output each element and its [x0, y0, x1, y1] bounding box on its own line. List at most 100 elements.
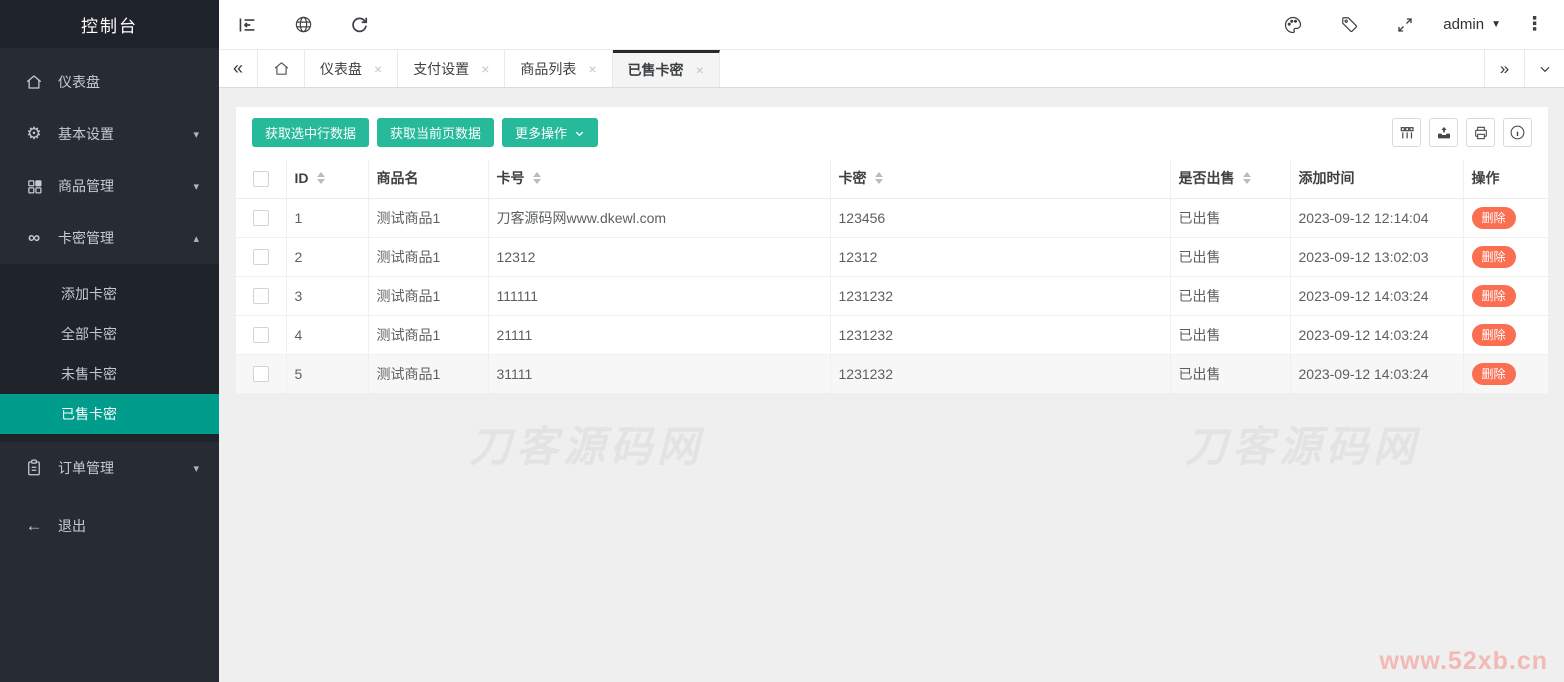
sidebar-subitem-add-card[interactable]: 添加卡密 — [0, 274, 219, 314]
tab-home[interactable] — [258, 50, 305, 87]
username: admin — [1443, 16, 1485, 33]
sidebar-item-product-management[interactable]: 商品管理 ▾ — [0, 160, 219, 212]
tab-bar: « 仪表盘 × 支付设置 × 商品列表 × 已售卡密 × » — [219, 50, 1564, 88]
cell-product: 测试商品1 — [367, 198, 489, 238]
palette-icon — [1283, 15, 1303, 35]
more-actions-button[interactable]: 更多操作 — [502, 118, 599, 147]
delete-button[interactable]: 删除 — [1471, 245, 1516, 268]
subitem-label: 添加卡密 — [61, 286, 117, 302]
cell-action: 删除 — [1462, 237, 1548, 277]
header-checkbox-cell — [236, 159, 287, 199]
user-menu[interactable]: admin ▼ — [1433, 16, 1511, 33]
content-area: 获取选中行数据 获取当前页数据 更多操作 ID 商品名 卡号 卡密 是否出售 添… — [219, 88, 1564, 682]
language-button[interactable] — [275, 0, 331, 50]
cell-action: 删除 — [1462, 198, 1548, 238]
tab-label: 仪表盘 — [320, 60, 362, 77]
fullscreen-button[interactable] — [1377, 0, 1433, 50]
sidebar-item-logout[interactable]: ← 退出 — [0, 500, 219, 552]
info-button[interactable] — [1503, 118, 1532, 147]
cell-sold: 已出售 — [1169, 354, 1291, 394]
row-checkbox-cell — [236, 354, 287, 394]
delete-button[interactable]: 删除 — [1471, 323, 1516, 346]
tabs-scroll-left-button[interactable]: « — [219, 50, 258, 87]
delete-button[interactable]: 删除 — [1471, 362, 1516, 385]
sidebar-item-dashboard[interactable]: 仪表盘 — [0, 56, 219, 108]
table-body: 1 测试商品1 刀客源码网www.dkewl.com 123456 已出售 20… — [236, 198, 1548, 394]
column-header-sold[interactable]: 是否出售 — [1169, 159, 1291, 199]
columns-toggle-button[interactable] — [1392, 118, 1421, 147]
sidebar-item-basic-settings[interactable]: ⚙ 基本设置 ▾ — [0, 108, 219, 160]
row-checkbox[interactable] — [252, 327, 269, 344]
table-row[interactable]: 2 测试商品1 12312 12312 已出售 2023-09-12 13:02… — [236, 237, 1548, 277]
user-caret-icon: ▼ — [1491, 19, 1501, 30]
print-button[interactable] — [1466, 118, 1495, 147]
sidebar-item-label: 基本设置 — [58, 126, 114, 142]
sidebar-collapse-button[interactable] — [219, 0, 275, 50]
sidebar-item-card-management[interactable]: ∞ 卡密管理 ▴ — [0, 212, 219, 264]
theme-button[interactable] — [1265, 0, 1321, 50]
cell-id: 2 — [285, 237, 369, 277]
column-header-card-no[interactable]: 卡号 — [487, 159, 831, 199]
tag-button[interactable] — [1321, 0, 1377, 50]
cell-id: 4 — [285, 315, 369, 355]
tab-dashboard[interactable]: 仪表盘 × — [305, 50, 399, 87]
sort-icon — [874, 172, 883, 185]
column-label: 商品名 — [376, 170, 419, 187]
tab-payment-settings[interactable]: 支付设置 × — [398, 50, 506, 87]
cell-action: 删除 — [1462, 354, 1548, 394]
sidebar-subitem-all-cards[interactable]: 全部卡密 — [0, 314, 219, 354]
export-button[interactable] — [1429, 118, 1458, 147]
column-header-id[interactable]: ID — [285, 159, 369, 199]
close-icon[interactable]: × — [696, 62, 704, 78]
column-header-product: 商品名 — [367, 159, 489, 199]
table-card: 获取选中行数据 获取当前页数据 更多操作 ID 商品名 卡号 卡密 是否出售 添… — [236, 107, 1548, 394]
sidebar-item-label: 订单管理 — [58, 460, 114, 476]
home-icon — [24, 72, 44, 92]
row-checkbox[interactable] — [252, 366, 269, 383]
delete-button[interactable]: 删除 — [1471, 206, 1516, 229]
table-option-buttons — [1392, 118, 1532, 147]
kebab-icon: ⋮ — [1525, 14, 1544, 35]
get-current-page-button[interactable]: 获取当前页数据 — [377, 118, 495, 147]
cell-product: 测试商品1 — [367, 276, 489, 316]
grid-icon — [24, 176, 44, 196]
tabs-scroll-right-button[interactable]: » — [1484, 50, 1524, 87]
table-row[interactable]: 3 测试商品1 111111 1231232 已出售 2023-09-12 14… — [236, 276, 1548, 316]
delete-button[interactable]: 删除 — [1471, 284, 1516, 307]
select-all-checkbox[interactable] — [252, 170, 269, 187]
row-checkbox-cell — [236, 315, 287, 355]
table-row[interactable]: 4 测试商品1 21111 1231232 已出售 2023-09-12 14:… — [236, 315, 1548, 355]
close-icon[interactable]: × — [374, 61, 382, 77]
sidebar-subitem-unsold-cards[interactable]: 未售卡密 — [0, 354, 219, 394]
sort-icon — [1242, 172, 1251, 185]
get-selected-rows-button[interactable]: 获取选中行数据 — [252, 118, 370, 147]
tab-product-list[interactable]: 商品列表 × — [505, 50, 613, 87]
tab-sold-cards[interactable]: 已售卡密 × — [612, 50, 720, 87]
row-checkbox[interactable] — [252, 210, 269, 227]
tabs-dropdown-button[interactable] — [1524, 50, 1564, 87]
cell-product: 测试商品1 — [367, 354, 489, 394]
caret-down-icon: ▾ — [193, 128, 199, 141]
button-label: 更多操作 — [515, 126, 568, 141]
column-header-card-secret[interactable]: 卡密 — [829, 159, 1171, 199]
subitem-label: 全部卡密 — [61, 326, 117, 342]
close-icon[interactable]: × — [481, 61, 489, 77]
column-label: 卡号 — [496, 170, 525, 187]
table-header-row: ID 商品名 卡号 卡密 是否出售 添加时间 操作 — [236, 159, 1548, 199]
refresh-button[interactable] — [331, 0, 387, 50]
print-icon — [1473, 125, 1489, 141]
close-icon[interactable]: × — [588, 61, 596, 77]
row-checkbox[interactable] — [252, 288, 269, 305]
refresh-icon — [350, 15, 369, 34]
clipboard-icon — [24, 458, 44, 478]
row-checkbox[interactable] — [252, 249, 269, 266]
more-menu-button[interactable]: ⋮ — [1511, 13, 1564, 36]
table-row[interactable]: 5 测试商品1 31111 1231232 已出售 2023-09-12 14:… — [236, 354, 1548, 394]
sidebar-item-order-management[interactable]: 订单管理 ▾ — [0, 442, 219, 494]
cell-time: 2023-09-12 13:02:03 — [1289, 237, 1464, 277]
column-label: ID — [294, 170, 309, 187]
sidebar-subitem-sold-cards[interactable]: 已售卡密 — [0, 394, 219, 434]
cell-card-secret: 12312 — [829, 237, 1171, 277]
cell-sold: 已出售 — [1169, 315, 1291, 355]
table-row[interactable]: 1 测试商品1 刀客源码网www.dkewl.com 123456 已出售 20… — [236, 198, 1548, 238]
